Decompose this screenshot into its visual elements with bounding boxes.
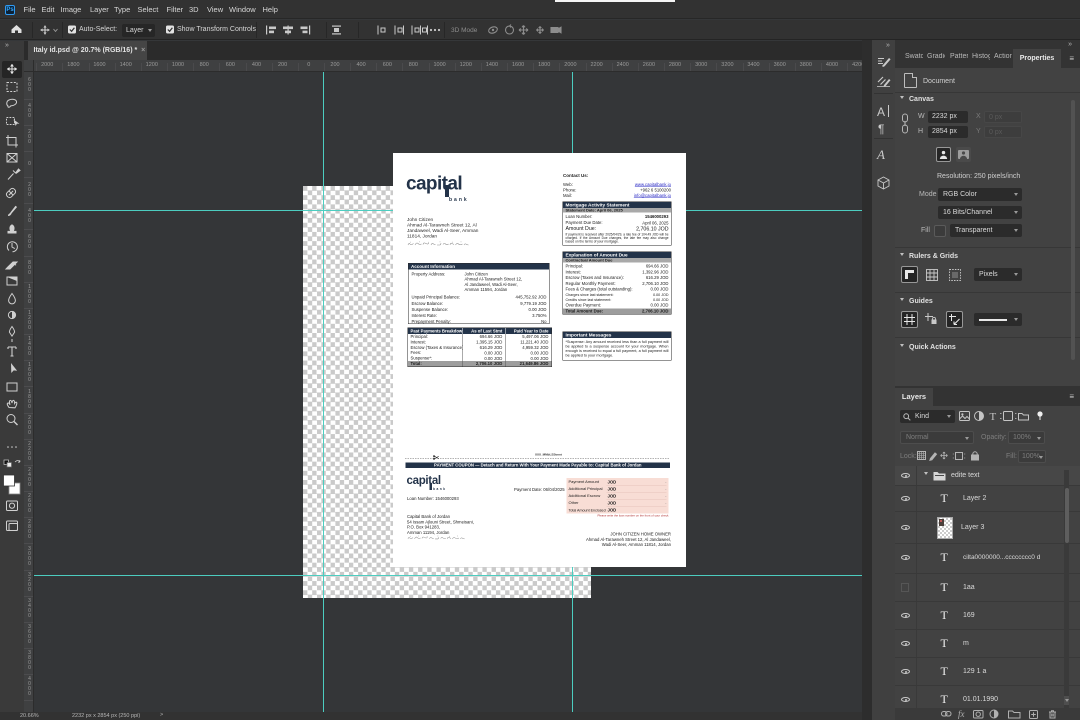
svg-text:A: A — [876, 147, 885, 162]
svg-text:fx: fx — [958, 709, 965, 719]
svg-text:A: A — [877, 105, 885, 119]
svg-text:T: T — [990, 411, 997, 422]
svg-text:¶: ¶ — [878, 122, 884, 136]
